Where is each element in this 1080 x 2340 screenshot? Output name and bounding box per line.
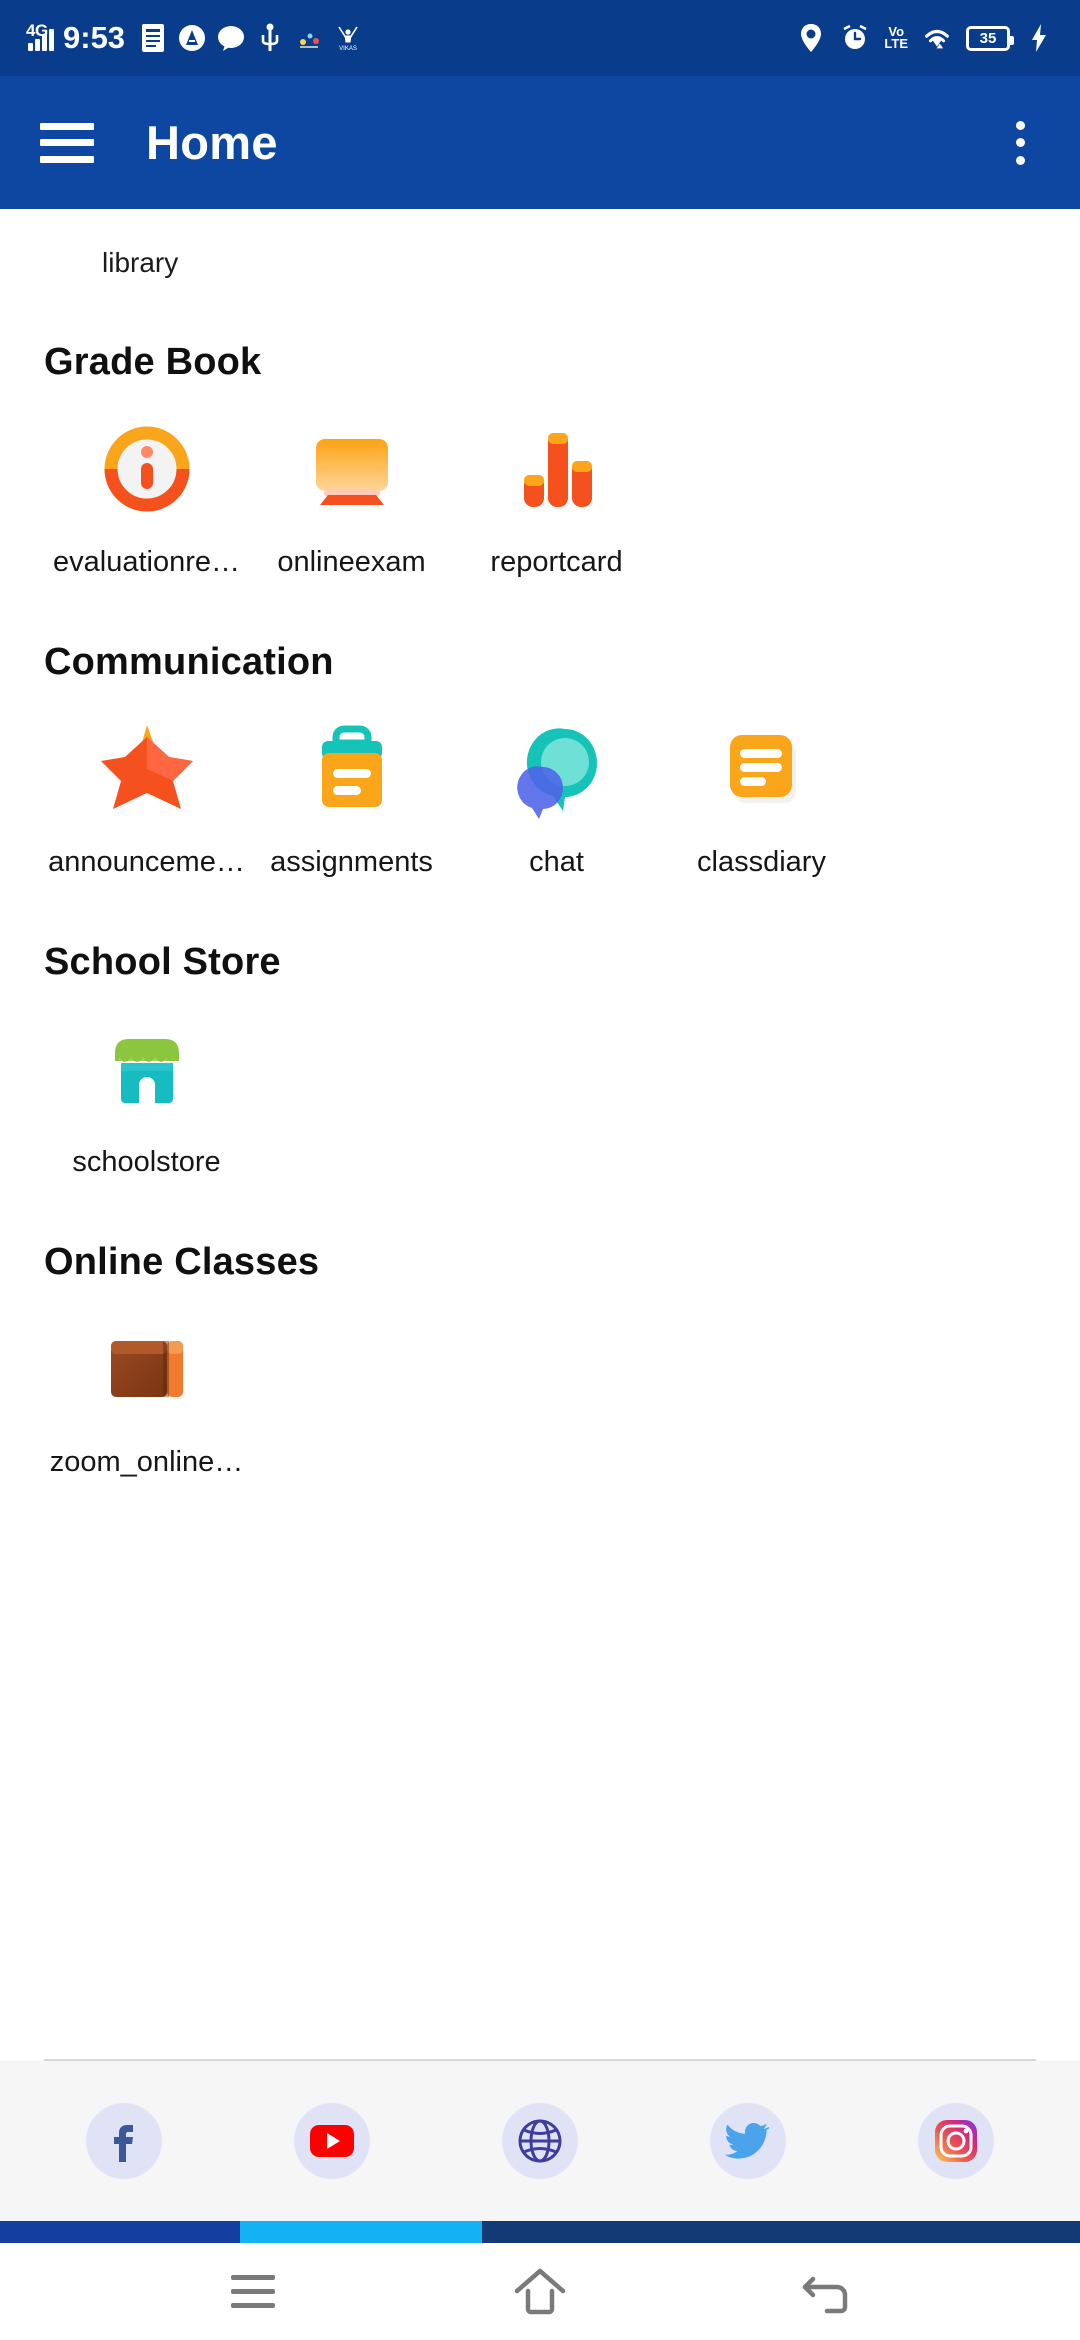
grid-item-label: evaluationre… — [53, 546, 240, 578]
grid-item-label: zoom_online… — [49, 1446, 244, 1478]
grid-item-label: onlineexam — [277, 546, 426, 578]
app-bar: Home — [0, 76, 1080, 209]
hamburger-menu-icon[interactable] — [40, 122, 94, 163]
svg-text:VIKAS: VIKAS — [339, 46, 357, 52]
chat-bubble-icon — [216, 23, 246, 53]
grid-item-label: announceme… — [48, 846, 245, 878]
grid-item-evaluationreport[interactable]: evaluationre… — [44, 414, 249, 579]
bar-chart-icon — [502, 414, 612, 524]
status-clock: 9:53 — [63, 20, 126, 55]
grid-item-onlineexam[interactable]: onlineexam — [249, 414, 454, 579]
charging-bolt-icon — [1024, 23, 1054, 53]
grid-school-store: schoolstore — [44, 1014, 1036, 1179]
battery-level-label: 35 — [979, 29, 997, 47]
grid-item-assignments[interactable]: assignments — [249, 714, 454, 879]
instagram-icon[interactable] — [918, 2103, 994, 2179]
storefront-icon — [92, 1014, 202, 1124]
grid-item-chat[interactable]: chat — [454, 714, 659, 879]
grid-item-zoom-online[interactable]: zoom_online… — [44, 1314, 249, 1479]
usb-icon — [255, 23, 285, 53]
grid-communication: announceme… assignments chat classdiary — [44, 714, 1036, 879]
grid-item-classdiary[interactable]: classdiary — [659, 714, 864, 879]
status-bar: 4G 9:53 VIKAS Vo LTE 35 — [0, 0, 1080, 76]
clipboard-icon — [297, 714, 407, 824]
section-title-school-store: School Store — [44, 941, 281, 983]
grid-item-label: schoolstore — [72, 1146, 221, 1178]
grid-item-schoolstore[interactable]: schoolstore — [44, 1014, 249, 1179]
twitter-icon[interactable] — [710, 2103, 786, 2179]
social-footer-bar — [0, 2061, 1080, 2221]
main-scroll-area[interactable]: library Grade Book evaluationre… onlinee… — [0, 209, 1080, 2030]
page-title: Home — [146, 116, 278, 169]
a-circle-icon — [177, 23, 207, 53]
grid-item-reportcard[interactable]: reportcard — [454, 414, 659, 579]
kebab-menu-icon[interactable] — [1000, 119, 1040, 167]
youtube-icon[interactable] — [294, 2103, 370, 2179]
monitor-icon — [297, 414, 407, 524]
star-icon — [92, 714, 202, 824]
tricolor-segment-right — [482, 2221, 1080, 2243]
battery-icon: 35 — [966, 25, 1014, 51]
grid-grade-book: evaluationre… onlineexam reportcard — [44, 414, 1036, 579]
grid-item-label: assignments — [270, 846, 433, 878]
note-lines-icon — [707, 714, 817, 824]
book-icon — [92, 1314, 202, 1424]
chat-bubbles-icon — [502, 714, 612, 824]
recents-menu-icon[interactable] — [218, 2257, 288, 2327]
list-item-library-label[interactable]: library — [44, 209, 1036, 279]
alarm-clock-icon — [840, 23, 870, 53]
volte-icon: Vo LTE — [884, 24, 908, 51]
info-circle-icon — [92, 414, 202, 524]
vikas-app-icon: VIKAS — [333, 23, 363, 53]
location-pin-icon — [796, 23, 826, 53]
grid-online-classes: zoom_online… — [44, 1314, 1036, 1479]
signal-bars-icon: 4G — [26, 21, 54, 51]
android-nav-bar — [0, 2243, 1080, 2340]
document-notification-icon — [138, 23, 168, 53]
tricolor-stripe — [0, 2221, 1080, 2243]
section-title-grade-book: Grade Book — [44, 341, 262, 383]
globe-icon[interactable] — [502, 2103, 578, 2179]
volte-bottom-label: LTE — [884, 36, 908, 51]
app-badge-icon — [294, 23, 324, 53]
grid-item-announcements[interactable]: announceme… — [44, 714, 249, 879]
grid-item-label: classdiary — [697, 846, 826, 878]
facebook-icon[interactable] — [86, 2103, 162, 2179]
tricolor-segment-mid — [240, 2221, 482, 2243]
grid-item-label: chat — [529, 846, 584, 878]
back-arrow-icon[interactable] — [792, 2257, 862, 2327]
section-title-communication: Communication — [44, 641, 334, 683]
network-type-label: 4G — [26, 21, 48, 40]
home-icon[interactable] — [505, 2257, 575, 2327]
section-title-online-classes: Online Classes — [44, 1241, 320, 1283]
grid-item-label: reportcard — [490, 546, 623, 578]
wifi-icon — [922, 23, 952, 53]
tricolor-segment-left — [0, 2221, 240, 2243]
